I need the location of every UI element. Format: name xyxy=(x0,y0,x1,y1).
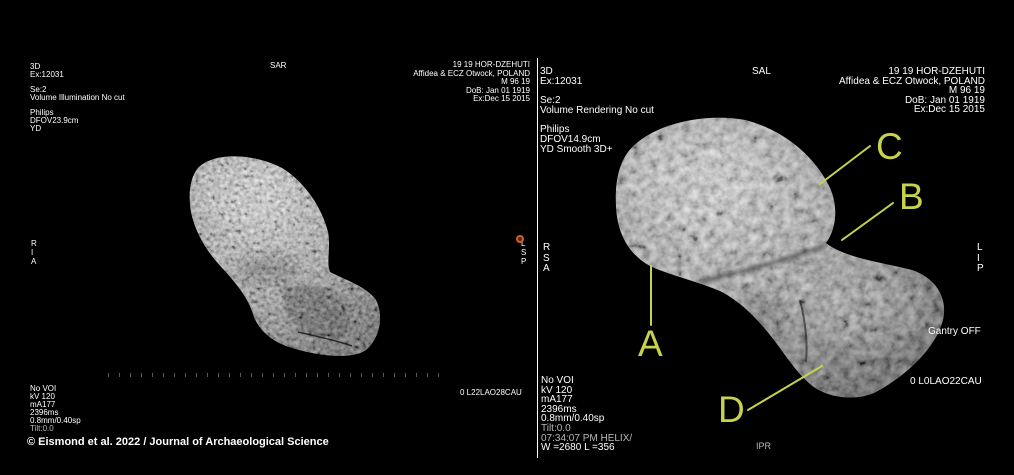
left-filter: YD xyxy=(30,124,42,133)
left-orientation-top: SAR xyxy=(270,61,287,70)
right-view-angle: 0 L0LAO22CAU xyxy=(910,376,982,387)
right-acquisition-info: No VOI kV 120 mA177 2396ms 0.8mm/0.40sp … xyxy=(541,376,632,453)
right-render-mode: Volume Rendering No cut xyxy=(540,104,654,116)
annotation-line-b xyxy=(841,202,894,241)
right-orientation-left: R S A xyxy=(543,242,551,275)
reconstruction-label: IPR xyxy=(756,441,772,451)
left-acquisition-info: No VOI kV 120 mA177 2396ms 0.8mm/0.40sp … xyxy=(30,385,81,433)
left-orient-right-1: S xyxy=(521,248,527,257)
annotation-label-d: D xyxy=(718,389,745,430)
right-orient-right-2: P xyxy=(977,263,984,274)
left-orientation-right: L S P xyxy=(521,239,526,266)
panel-divider xyxy=(537,58,538,458)
left-render-mode: Volume Illumination No cut xyxy=(30,93,125,102)
left-foot-render xyxy=(189,156,381,356)
right-exam-date: Ex:Dec 15 2015 xyxy=(913,104,985,116)
annotation-label-c: C xyxy=(876,126,903,167)
left-orientation-left: R I A xyxy=(31,239,37,266)
left-orient-left-0: R xyxy=(31,239,37,248)
scale-ruler-ticks xyxy=(108,373,443,377)
right-filter: YD Smooth 3D+ xyxy=(540,143,613,155)
right-orientation-right: L I P xyxy=(977,242,984,275)
left-patient-info: 19 19 HOR-DZEHUTI Affidea & ECZ Otwock, … xyxy=(413,60,530,104)
orientation-marker-icon[interactable] xyxy=(516,235,524,243)
copyright-notice: © Eismond et al. 2022 / Journal of Archa… xyxy=(27,436,329,448)
left-tilt: Tilt:0.0 xyxy=(30,424,54,433)
right-series-info: 3D Ex:12031 Se:2 Volume Rendering No cut… xyxy=(540,67,654,154)
left-orient-left-2: A xyxy=(31,257,37,266)
annotation-label-b: B xyxy=(899,176,924,217)
left-exam-date: Ex:Dec 15 2015 xyxy=(473,94,530,103)
left-orient-left-1: I xyxy=(31,248,34,257)
right-patient-info: 19 19 HOR-DZEHUTI Affidea & ECZ Otwock, … xyxy=(839,67,985,115)
right-orientation-top: SAL xyxy=(752,66,771,77)
right-orient-left-2: A xyxy=(543,263,550,274)
annotation-label-a: A xyxy=(638,323,663,364)
annotation-line-c xyxy=(819,145,871,185)
right-orient-right-0: L xyxy=(977,242,983,253)
left-orient-right-2: P xyxy=(521,257,527,266)
left-exam-number: Ex:12031 xyxy=(30,70,64,79)
right-window-level: W =2680 L =356 xyxy=(541,442,615,454)
left-view-angle: 0 L22LAO28CAU xyxy=(460,388,522,397)
left-series-info: 3D Ex:12031 Se:2 Volume Illumination No … xyxy=(30,63,125,133)
left-dfov: DFOV23.9cm xyxy=(30,116,79,125)
gantry-status: Gantry OFF xyxy=(928,326,981,337)
right-exam-number: Ex:12031 xyxy=(540,75,583,87)
annotation-line-d xyxy=(747,365,823,411)
right-orient-left-0: R xyxy=(543,242,551,253)
